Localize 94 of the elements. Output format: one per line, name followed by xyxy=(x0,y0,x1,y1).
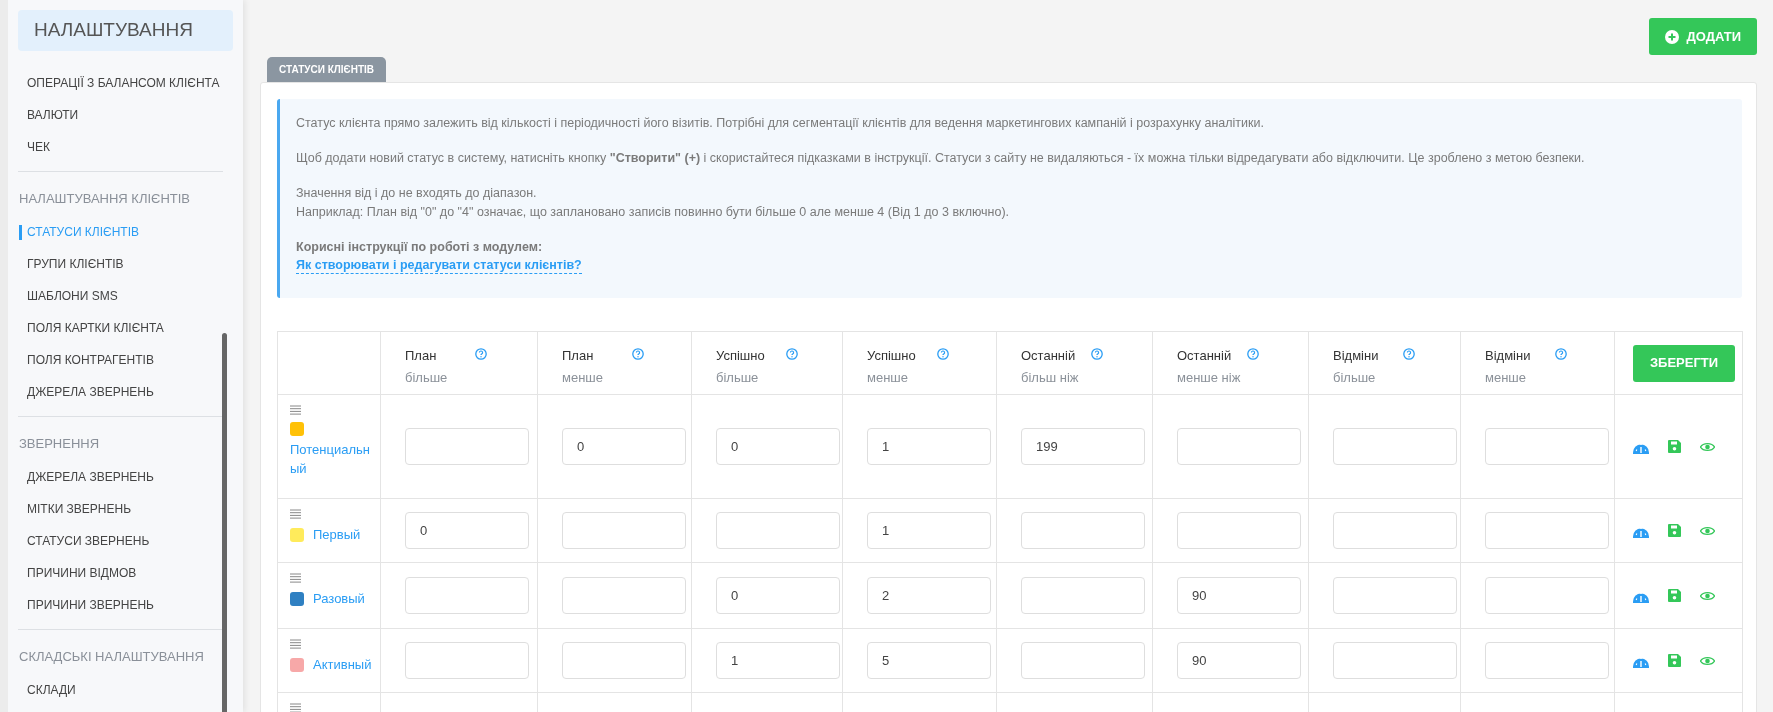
input-field[interactable] xyxy=(405,428,529,465)
column-title: Останній xyxy=(1021,347,1077,365)
sidebar-item[interactable]: ОПЕРАЦІЇ З БАЛАНСОМ КЛІЄНТА xyxy=(8,74,220,92)
input-field[interactable]: 5 xyxy=(867,642,991,679)
input-field[interactable] xyxy=(1021,512,1145,549)
help-icon[interactable] xyxy=(1247,348,1259,360)
column-subtitle: більше xyxy=(1333,368,1377,387)
save-icon[interactable] xyxy=(1668,440,1681,453)
column-subtitle: більше xyxy=(405,368,449,387)
sidebar-item[interactable]: ДЖЕРЕЛА ЗВЕРНЕНЬ xyxy=(8,468,154,486)
drag-handle-icon[interactable] xyxy=(290,509,301,520)
input-field[interactable] xyxy=(405,577,529,614)
input-field[interactable] xyxy=(1021,577,1145,614)
sidebar-item[interactable]: ЧЕК xyxy=(8,138,50,156)
input-field[interactable] xyxy=(1485,512,1609,549)
sidebar-item[interactable]: ПРИЧИНИ ВІДМОВ xyxy=(8,564,137,582)
input-field[interactable] xyxy=(1485,577,1609,614)
help-icon[interactable] xyxy=(786,348,798,360)
input-field[interactable] xyxy=(1485,642,1609,679)
column-subtitle: більше xyxy=(716,368,760,387)
input-field[interactable]: 2 xyxy=(867,577,991,614)
sidebar-item[interactable]: ШАБЛОНИ SMS xyxy=(8,287,118,305)
input-field[interactable] xyxy=(1177,512,1301,549)
column-title: Успішно xyxy=(716,347,766,365)
column-title: Останній xyxy=(1177,347,1233,365)
column-subtitle: більш ніж xyxy=(1021,368,1080,387)
input-field[interactable]: 1 xyxy=(867,512,991,549)
input-field[interactable]: 1 xyxy=(716,642,840,679)
input-field[interactable]: 199 xyxy=(1021,428,1145,465)
instructions-heading: Корисні інструкції по роботі з модулем: xyxy=(296,239,544,256)
input-field[interactable]: 0 xyxy=(716,428,840,465)
sidebar-item[interactable]: ВАЛЮТИ xyxy=(8,106,79,124)
eye-icon[interactable] xyxy=(1700,655,1715,666)
drag-handle-icon[interactable] xyxy=(290,405,301,416)
sidebar-item[interactable]: СКЛАДИ xyxy=(8,681,76,699)
help-icon[interactable] xyxy=(1555,348,1567,360)
input-field[interactable]: 0 xyxy=(562,428,686,465)
sidebar-section-heading: СКЛАДСЬКІ НАЛАШТУВАННЯ xyxy=(18,648,205,667)
input-field[interactable] xyxy=(1021,642,1145,679)
sidebar-item[interactable]: ПОЛЯ КАРТКИ КЛІЄНТА xyxy=(8,319,164,337)
input-field[interactable] xyxy=(716,512,840,549)
sidebar-item[interactable]: МІТКИ ЗВЕРНЕНЬ xyxy=(8,500,132,518)
info-text: Значення від і до не входять до діапазон. xyxy=(296,185,538,202)
input-field[interactable]: 0 xyxy=(405,512,529,549)
column-subtitle: менше xyxy=(562,368,604,387)
input-field[interactable] xyxy=(562,642,686,679)
drag-handle-icon[interactable] xyxy=(290,639,301,650)
sidebar-title: НАЛАШТУВАННЯ xyxy=(18,10,233,51)
input-field[interactable] xyxy=(405,642,529,679)
column-title: Успішно xyxy=(867,347,917,365)
help-icon[interactable] xyxy=(1091,348,1103,360)
input-field[interactable]: 1 xyxy=(867,428,991,465)
sidebar-item[interactable]: ПОЛЯ КОНТРАГЕНТІВ xyxy=(8,351,154,369)
column-subtitle: менше xyxy=(867,368,909,387)
input-field[interactable]: 90 xyxy=(1177,642,1301,679)
sidebar-section-heading: НАЛАШТУВАННЯ КЛІЄНТІВ xyxy=(18,190,192,209)
input-field[interactable]: 0 xyxy=(716,577,840,614)
column-title: План xyxy=(405,347,438,365)
scrollbar[interactable] xyxy=(222,333,227,712)
column-title: План xyxy=(562,347,595,365)
save-icon[interactable] xyxy=(1668,654,1681,667)
info-paragraph: Щоб додати новий статус в систему, натисніть кнопку "Створити" (+) і скористайтеся підказками в інструкції. Статуси з сайту не видаляються - їх можна тільки відредагувати або відключити. Це зроблено з метою безпеки. xyxy=(296,150,1586,167)
column-title: Відміни xyxy=(1485,347,1532,365)
help-icon[interactable] xyxy=(475,348,487,360)
drag-handle-icon[interactable] xyxy=(290,573,301,584)
column-title: Відміни xyxy=(1333,347,1380,365)
sidebar-item[interactable]: ГРУПИ КЛІЄНТІВ xyxy=(8,255,124,273)
sidebar-section-heading: ЗВЕРНЕННЯ xyxy=(18,435,101,454)
help-icon[interactable] xyxy=(937,348,949,360)
save-icon[interactable] xyxy=(1668,589,1681,602)
eye-icon[interactable] xyxy=(1700,590,1715,601)
info-text: Наприклад: План від "0" до "4" означає, що заплановано записів повинно бути більше 0 але менше 4 (Від 1 до 3 включно). xyxy=(296,204,1011,221)
eye-icon[interactable] xyxy=(1700,525,1715,536)
drag-handle-icon[interactable] xyxy=(290,703,301,712)
input-field[interactable] xyxy=(562,577,686,614)
input-field[interactable] xyxy=(562,512,686,549)
help-icon[interactable] xyxy=(632,348,644,360)
info-paragraph: Статус клієнта прямо залежить від кількості і періодичності його візитів. Потрібні для сегментації клієнтів для ведення маркетингових кампаній і розрахунку аналітики. xyxy=(296,115,1265,132)
input-field[interactable] xyxy=(1177,428,1301,465)
eye-icon[interactable] xyxy=(1700,441,1715,452)
sidebar-item[interactable]: СТАТУСИ ЗВЕРНЕНЬ xyxy=(8,532,150,550)
sidebar-item[interactable]: ПРИЧИНИ ЗВЕРНЕНЬ xyxy=(8,596,154,614)
sidebar-item[interactable]: ДЖЕРЕЛА ЗВЕРНЕНЬ xyxy=(8,383,154,401)
input-field[interactable] xyxy=(1485,428,1609,465)
input-field[interactable] xyxy=(1333,577,1457,614)
input-field[interactable] xyxy=(1333,512,1457,549)
plus-circle-icon xyxy=(1664,29,1679,44)
help-icon[interactable] xyxy=(1403,348,1415,360)
input-field[interactable] xyxy=(1333,642,1457,679)
input-field[interactable]: 90 xyxy=(1177,577,1301,614)
input-field[interactable] xyxy=(1333,428,1457,465)
save-icon[interactable] xyxy=(1668,524,1681,537)
column-subtitle: менше ніж xyxy=(1177,368,1242,387)
column-subtitle: менше xyxy=(1485,368,1527,387)
